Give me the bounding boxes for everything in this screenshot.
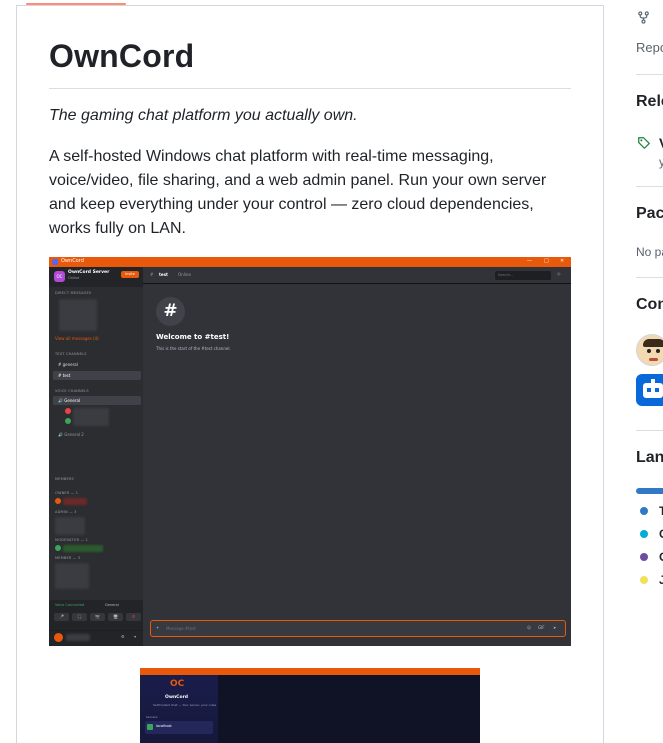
- maximize-icon: □: [544, 258, 549, 264]
- tag-icon: [638, 137, 650, 149]
- mic-icon: 🎤: [54, 613, 69, 621]
- server-card-name: localhost: [156, 724, 172, 728]
- members-blurred: [55, 563, 89, 589]
- welcome-subtitle: This is the start of the #test channel.: [156, 346, 231, 351]
- member-group-admin: ADMIN — 3: [55, 510, 77, 514]
- language-name[interactable]: C: [659, 550, 663, 564]
- latest-release-date: y: [659, 155, 663, 169]
- send-icon: ➤: [553, 625, 557, 630]
- header-channel-status: Online: [178, 272, 191, 277]
- voice-channels-label: Voice Channels: [55, 389, 89, 393]
- language-dot: [640, 553, 648, 561]
- login-titlebar: [140, 668, 480, 675]
- contributors-heading[interactable]: Con: [636, 296, 663, 314]
- voice-connected-label: Voice Connected: [55, 603, 85, 607]
- login-servers-label: Servers: [146, 715, 158, 719]
- member-avatar: [55, 498, 61, 504]
- language-name[interactable]: J: [659, 573, 663, 587]
- close-icon: ✕: [560, 258, 565, 264]
- language-dot: [640, 576, 648, 584]
- report-link[interactable]: Repo: [636, 40, 663, 55]
- readme-tagline: The gaming chat platform you actually ow…: [49, 107, 358, 124]
- member-blurred: [63, 545, 103, 552]
- title-divider: [49, 88, 571, 89]
- settings-icon: ⚙: [121, 634, 125, 639]
- member-group-moderator: MODERATOR — 1: [55, 538, 88, 542]
- screen-share-icon: 🖥: [108, 613, 123, 621]
- language-dot: [640, 507, 648, 515]
- releases-heading[interactable]: Rele: [636, 93, 663, 111]
- packages-heading[interactable]: Pac: [636, 205, 663, 223]
- hash-icon: #: [150, 272, 154, 277]
- contributor-avatar[interactable]: [636, 334, 663, 366]
- camera-icon: 📷: [90, 613, 105, 621]
- member-group-member: MEMBER — 3: [55, 556, 81, 560]
- language-dot: [640, 530, 648, 538]
- language-bar: [636, 488, 663, 494]
- sidebar-divider: [636, 74, 663, 75]
- member-avatar: [55, 545, 61, 551]
- voice-channel-general-2: 🔊 General 2: [58, 432, 84, 437]
- language-name[interactable]: C: [659, 527, 663, 541]
- username-blurred: [66, 634, 90, 641]
- message-placeholder: Message #test: [166, 626, 196, 631]
- server-status: Online: [68, 276, 80, 280]
- voice-user-avatar: [65, 418, 71, 424]
- members-label: Members: [55, 477, 74, 481]
- app-screenshot-main[interactable]: OwnCord — □ ✕ OC OwnCord Server Online I…: [49, 257, 571, 646]
- server-card-icon: [147, 724, 153, 730]
- sidebar-divider: [636, 277, 663, 278]
- server-name: OwnCord Server: [68, 270, 110, 275]
- dm-list-blurred: [59, 299, 97, 331]
- message-input: [150, 620, 566, 637]
- server-icon: OC: [54, 271, 65, 282]
- latest-release-name[interactable]: V: [659, 135, 663, 151]
- admins-blurred: [55, 517, 85, 535]
- voice-channel-general: 🔊 General: [58, 398, 81, 403]
- attach-icon: +: [156, 625, 160, 630]
- languages-heading: Lan: [636, 449, 663, 466]
- login-logo: OC: [170, 679, 185, 689]
- login-subtitle: Self-hosted chat — Your server, your rul…: [153, 703, 217, 707]
- app-titlebar: [49, 257, 571, 267]
- app-window-title: OwnCord: [61, 258, 84, 264]
- minimize-icon: —: [527, 258, 532, 264]
- channel-test: # test: [58, 373, 71, 378]
- logout-icon: ⇥: [133, 634, 137, 639]
- bot-avatar[interactable]: [636, 374, 663, 406]
- voice-current-channel: General: [105, 603, 119, 607]
- login-background: [218, 675, 480, 743]
- invite-button: Invite: [121, 271, 139, 278]
- packages-empty-text: No pa: [636, 245, 663, 259]
- members-toggle-icon: ◎: [557, 271, 561, 276]
- voice-users-blurred: [73, 408, 109, 426]
- page: OwnCord The gaming chat platform you act…: [0, 0, 663, 743]
- welcome-title: Welcome to #test!: [156, 333, 230, 341]
- dm-section-label: Direct Messages: [55, 291, 92, 295]
- header-channel-name: test: [159, 272, 168, 277]
- view-all-messages-link: View all messages (4): [55, 336, 99, 341]
- headphones-icon: 🎧: [72, 613, 87, 621]
- fork-icon: [638, 11, 649, 24]
- user-panel: [49, 630, 143, 646]
- channel-hash-icon: #: [156, 297, 185, 326]
- voice-user-avatar: [65, 408, 71, 414]
- app-logo-icon: [52, 259, 58, 265]
- user-avatar: [54, 633, 63, 642]
- app-screenshot-login[interactable]: OC OwnCord Self-hosted chat — Your serve…: [140, 668, 480, 743]
- sidebar-divider: [636, 430, 663, 431]
- search-input: Search...: [495, 271, 551, 280]
- member-blurred: [63, 498, 87, 505]
- gif-button: GIF: [538, 625, 545, 630]
- disconnect-icon: ✆: [126, 613, 141, 621]
- readme-title: OwnCord: [49, 38, 195, 74]
- member-group-owner: OWNER — 1: [55, 491, 79, 495]
- text-channels-label: Text Channels: [55, 352, 87, 356]
- login-app-name: OwnCord: [165, 695, 189, 700]
- channel-general: # general: [58, 362, 78, 367]
- sidebar-divider: [636, 186, 663, 187]
- emoji-icon: ☺: [527, 625, 532, 630]
- language-name[interactable]: T: [659, 504, 663, 518]
- readme-description: A self-hosted Windows chat platform with…: [49, 148, 547, 237]
